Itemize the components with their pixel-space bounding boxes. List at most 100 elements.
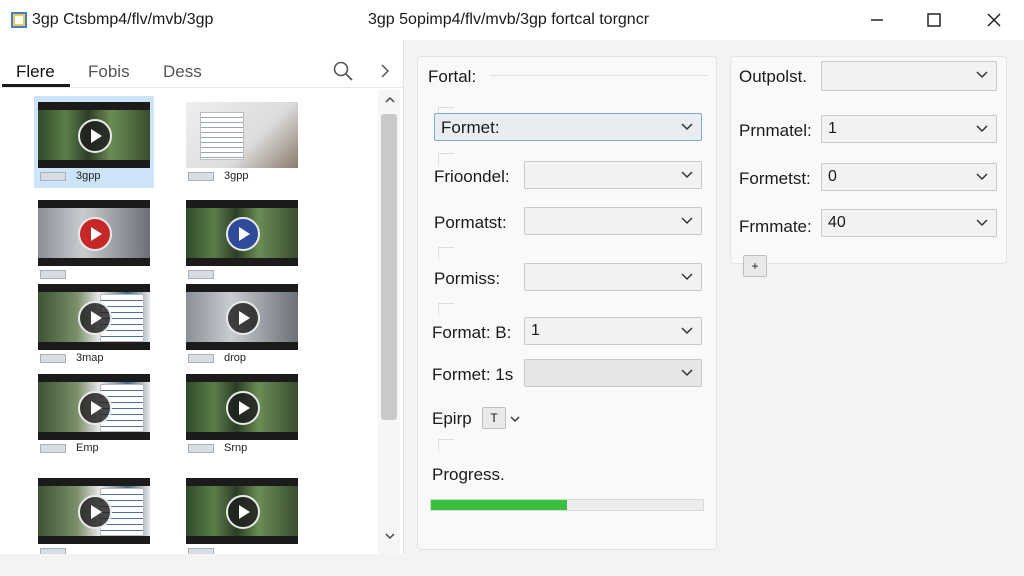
thumbnail-filename: drop — [224, 352, 247, 364]
scrollbar-thumb[interactable] — [381, 114, 397, 420]
formet-1s-select[interactable] — [524, 359, 702, 387]
tab-dess[interactable]: Dess — [163, 62, 202, 82]
file-type-icon — [188, 444, 214, 453]
thumbnail-image — [38, 200, 150, 266]
thumbnail-filename: Srnp — [224, 442, 248, 454]
video-thumbnail[interactable]: Emp — [34, 368, 154, 460]
play-triangle — [91, 311, 102, 325]
chevron-down-icon — [681, 327, 693, 335]
thumbnail-image — [186, 374, 298, 440]
video-thumbnail[interactable]: 3map — [34, 278, 154, 370]
chevron-down-icon — [681, 217, 693, 225]
prnmatel-select[interactable]: 1 — [821, 115, 997, 143]
play-triangle — [239, 505, 250, 519]
add-button[interactable]: + — [743, 255, 767, 277]
decorative-box — [438, 439, 454, 451]
chevron-down-icon — [976, 125, 988, 133]
video-thumbnail[interactable]: 3gpp — [34, 96, 154, 188]
video-thumbnail[interactable] — [182, 194, 302, 286]
field-label-pormiss: Pormiss: — [434, 269, 501, 288]
play-triangle — [91, 401, 102, 415]
video-thumbnail[interactable] — [34, 472, 154, 554]
thumbnail-image — [186, 102, 298, 168]
pormiss-select[interactable] — [524, 263, 702, 291]
progress-bar — [430, 499, 704, 511]
document-preview — [200, 112, 244, 160]
chevron-down-icon — [681, 273, 693, 281]
thumbnail-caption: 3gpp — [38, 170, 150, 184]
play-triangle — [239, 311, 250, 325]
play-icon[interactable] — [226, 391, 260, 425]
play-icon[interactable] — [226, 495, 260, 529]
thumbnail-caption: 3map — [38, 352, 150, 366]
format-select-label: Formet: — [441, 118, 500, 137]
thumbnail-caption — [38, 546, 150, 554]
scroll-up-icon[interactable] — [384, 94, 396, 106]
divider — [490, 75, 708, 76]
file-type-icon — [188, 548, 214, 554]
play-icon[interactable] — [78, 217, 112, 251]
format-select[interactable]: Formet: — [434, 113, 702, 141]
tab-flere[interactable]: Flere — [16, 62, 55, 82]
field-label-prnmatel: Prnmatel: — [739, 121, 812, 140]
play-icon[interactable] — [78, 495, 112, 529]
maximize-icon — [927, 13, 941, 27]
decorative-box — [438, 153, 454, 165]
play-icon[interactable] — [78, 391, 112, 425]
chevron-down-icon[interactable] — [510, 415, 520, 423]
decorative-box — [438, 303, 454, 315]
chevron-down-icon — [681, 171, 693, 179]
chevron-down-icon — [976, 71, 988, 79]
progress-label: Progress. — [432, 465, 505, 484]
file-type-icon — [188, 354, 214, 363]
play-icon[interactable] — [226, 301, 260, 335]
chevron-down-icon — [681, 369, 693, 377]
progress-fill — [431, 500, 567, 510]
epirp-button[interactable]: T — [482, 407, 506, 429]
video-thumbnail[interactable]: 3gpp — [182, 96, 302, 188]
search-icon[interactable] — [332, 60, 354, 82]
play-icon[interactable] — [78, 301, 112, 335]
frioondel-select[interactable] — [524, 161, 702, 189]
vertical-scrollbar[interactable] — [378, 90, 400, 554]
outpolst-select[interactable] — [821, 61, 997, 91]
thumbnail-filename: Emp — [76, 442, 99, 454]
thumbnail-image — [186, 200, 298, 266]
video-thumbnail[interactable] — [34, 194, 154, 286]
chevron-right-icon[interactable] — [376, 60, 394, 82]
file-type-icon — [40, 172, 66, 181]
tab-fobis[interactable]: Fobis — [88, 62, 130, 82]
scroll-down-icon[interactable] — [384, 530, 396, 542]
play-triangle — [91, 505, 102, 519]
field-label-outpolst: Outpolst. — [739, 67, 808, 86]
chevron-down-icon — [681, 123, 693, 131]
format-settings-panel: Fortal: Formet: Frioondel: Pormatst: Por… — [417, 56, 717, 550]
pormatst-select[interactable] — [524, 207, 702, 235]
play-triangle — [91, 227, 102, 241]
play-icon[interactable] — [226, 217, 260, 251]
minimize-button[interactable] — [848, 0, 906, 40]
format-b-select[interactable]: 1 — [524, 317, 702, 345]
frmmate-select[interactable]: 40 — [821, 209, 997, 237]
thumbnail-image — [186, 478, 298, 544]
minimize-icon — [871, 19, 883, 21]
field-label-format-b: Format: B: — [432, 323, 512, 342]
play-triangle — [239, 401, 250, 415]
video-thumbnail[interactable] — [182, 472, 302, 554]
frmmate-value: 40 — [828, 214, 846, 231]
thumbnail-caption — [186, 546, 298, 554]
thumbnail-caption: 3gpp — [186, 170, 298, 184]
thumbnail-caption: Srnp — [186, 442, 298, 456]
close-button[interactable] — [965, 0, 1023, 40]
field-label-frioondel: Frioondel: — [434, 167, 510, 186]
file-type-icon — [40, 548, 66, 554]
video-thumbnail[interactable]: Srnp — [182, 368, 302, 460]
prnmatel-value: 1 — [828, 120, 837, 137]
formetst-select[interactable]: 0 — [821, 163, 997, 191]
maximize-button[interactable] — [905, 0, 963, 40]
play-icon[interactable] — [78, 119, 112, 153]
chevron-down-icon — [976, 173, 988, 181]
format-panel-title: Fortal: — [428, 67, 477, 86]
video-thumbnail[interactable]: drop — [182, 278, 302, 370]
play-triangle — [91, 129, 102, 143]
